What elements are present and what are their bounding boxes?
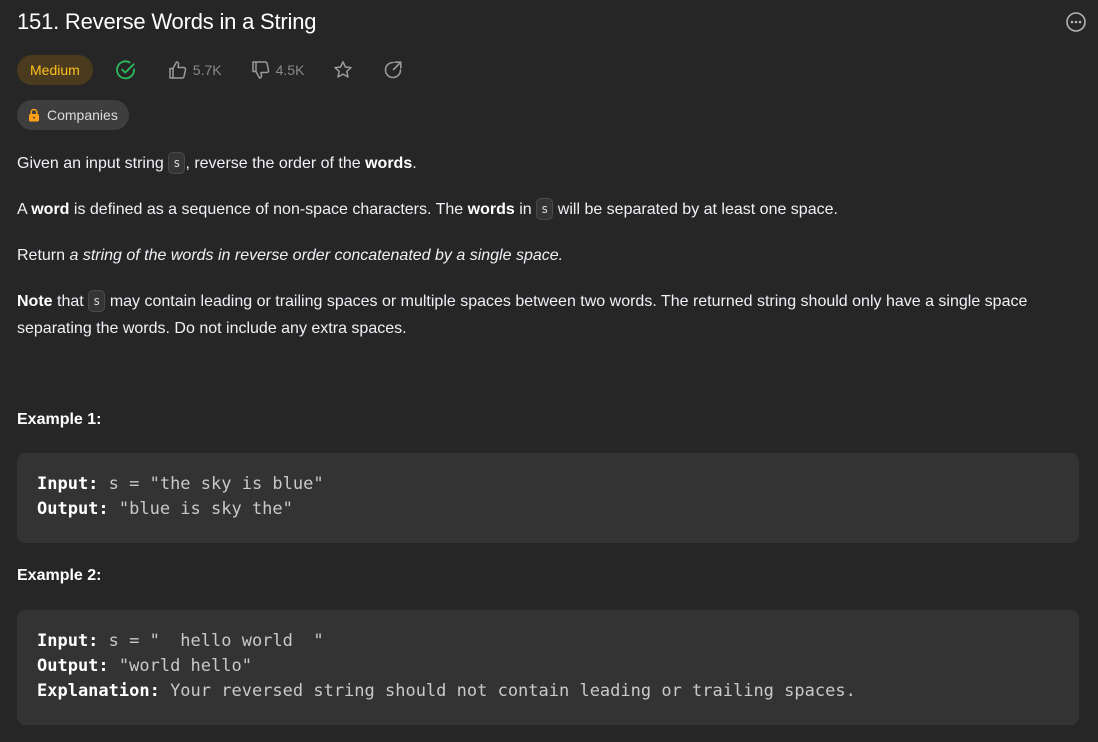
code-s: s [536,198,554,220]
example-text: Your reversed string should not contain … [159,681,856,701]
difficulty-badge: Medium [17,55,93,85]
bold-text: words [365,155,413,172]
problem-title[interactable]: 151. Reverse Words in a String [17,9,316,35]
example-label: Output: [37,656,109,676]
text: . [412,155,417,172]
star-icon[interactable] [332,59,354,81]
like-count: 5.7K [192,62,222,78]
description-paragraph-4: Note that s may contain leading or trail… [17,288,1079,342]
text: , reverse the order of the [185,155,366,172]
example-label: Input: [37,631,99,651]
example-text: s = " hello world " [98,631,324,651]
companies-label: Companies [47,107,118,123]
example-label: Input: [37,474,99,494]
text: in [514,201,537,218]
description-paragraph-1: Given an input string s, reverse the ord… [17,150,1079,177]
text: Given an input string [17,155,169,172]
lock-icon [27,108,41,122]
dislike-button[interactable]: 4.5K [250,59,305,81]
bold-text: Note [17,293,53,310]
example-2-title: Example 2: [17,567,102,584]
example-line: Explanation: Your reversed string should… [37,679,1059,704]
code-s: s [168,152,186,174]
more-horizontal-circle-icon[interactable] [1065,11,1087,33]
text: is defined as a sequence of non-space ch… [69,201,468,218]
description-paragraph-2: A word is defined as a sequence of non-s… [17,196,1079,223]
example-text: s = "the sky is blue" [98,474,324,494]
code-s: s [88,290,106,312]
thumbs-down-icon [250,59,272,81]
example-line: Input: s = " hello world " [37,629,1059,654]
example-text: "blue is sky the" [108,499,293,519]
text: that [52,293,89,310]
example-label: Output: [37,499,109,519]
example-1-box: Input: s = "the sky is blue" Output: "bl… [17,453,1079,543]
like-button[interactable]: 5.7K [167,59,222,81]
example-line: Output: "blue is sky the" [37,497,1059,522]
title-row: 151. Reverse Words in a String [17,8,1086,38]
example-label: Explanation: [37,681,160,701]
example-line: Input: s = "the sky is blue" [37,472,1059,497]
example-1-title: Example 1: [17,411,102,428]
companies-tag[interactable]: Companies [17,100,129,130]
example-text: "world hello" [108,656,252,676]
share-icon[interactable] [382,59,404,81]
text: Return [17,247,70,264]
text: will be separated by at least one space. [553,201,838,218]
thumbs-up-icon [167,59,189,81]
text: A [17,201,32,218]
bold-text: words [467,201,515,218]
example-line: Output: "world hello" [37,654,1059,679]
italic-text: a string of the words in reverse order c… [69,247,564,264]
check-circle-icon [115,59,137,81]
text: may contain leading or trailing spaces o… [17,293,1028,337]
example-2-box: Input: s = " hello world " Output: "worl… [17,610,1079,725]
dislike-count: 4.5K [275,62,305,78]
bold-text: word [31,201,70,218]
meta-row: Medium 5.7K 4.5K [17,55,404,85]
description-paragraph-3: Return a string of the words in reverse … [17,242,1079,269]
